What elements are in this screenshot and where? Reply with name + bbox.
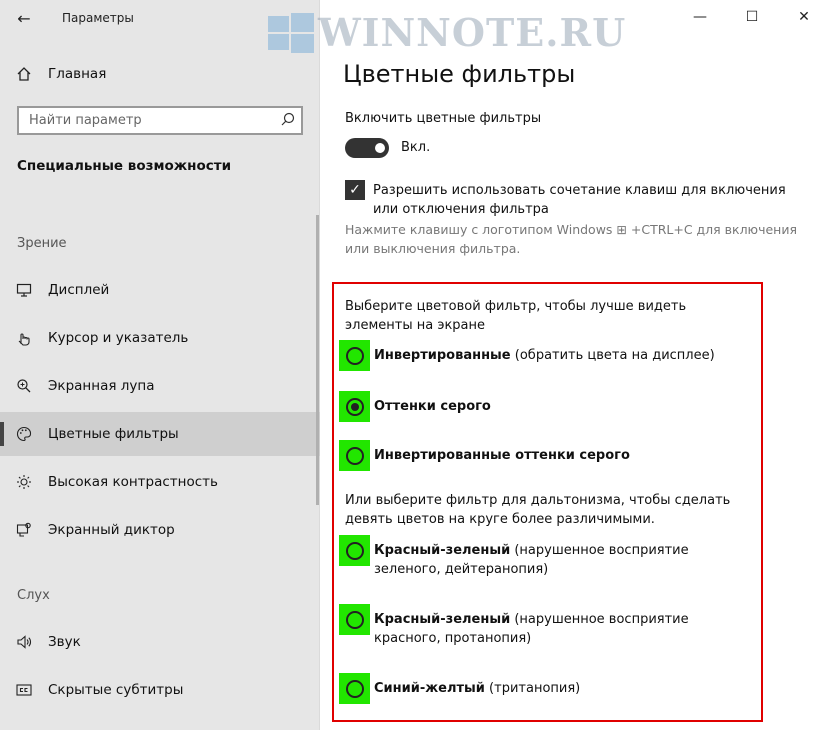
sidebar-item-label: Цветные фильтры bbox=[48, 426, 179, 442]
section-title: Специальные возможности bbox=[17, 158, 232, 174]
radio-name: Инвертированные оттенки серого bbox=[374, 448, 630, 463]
minimize-icon: — bbox=[693, 9, 707, 25]
radio-label: Красный-зеленый (нарушенное восприятие к… bbox=[374, 604, 744, 648]
shortcut-hint: Нажмите клавишу с логотипом Windows ⊞ +C… bbox=[345, 222, 797, 256]
nav-home[interactable]: Главная bbox=[0, 56, 320, 92]
sidebar-item-narrator[interactable]: Экранный диктор bbox=[0, 508, 320, 552]
nav-home-label: Главная bbox=[48, 66, 107, 82]
radio-button[interactable] bbox=[345, 679, 364, 698]
radio-name: Синий-желтый bbox=[374, 681, 485, 696]
arrow-left-icon: ← bbox=[17, 8, 31, 28]
colorblind-description: Или выберите фильтр для дальтонизма, что… bbox=[345, 493, 731, 527]
radio-name: Красный-зеленый bbox=[374, 543, 511, 558]
sidebar-item-magnifier[interactable]: Экранная лупа bbox=[0, 364, 320, 408]
sidebar-item-high-contrast[interactable]: Высокая контрастность bbox=[0, 460, 320, 504]
palette-icon bbox=[0, 426, 48, 442]
sidebar: ← Параметры Главная Специальные возможно… bbox=[0, 0, 320, 730]
radio-label: Инвертированные оттенки серого bbox=[374, 440, 744, 465]
shortcut-checkbox-label: Разрешить использовать сочетание клавиш … bbox=[373, 183, 786, 217]
maximize-icon: ☐ bbox=[745, 9, 759, 25]
app-title: Параметры bbox=[62, 11, 134, 25]
radio-button[interactable] bbox=[345, 397, 364, 416]
sidebar-item-label: Скрытые субтитры bbox=[48, 682, 184, 698]
radio-highlight bbox=[339, 440, 370, 471]
main-content: — ☐ ✕ Цветные фильтры Включить цветные ф… bbox=[321, 0, 830, 730]
radio-name: Красный-зеленый bbox=[374, 612, 511, 627]
sidebar-item-label: Экранная лупа bbox=[48, 378, 155, 394]
search-box[interactable] bbox=[17, 106, 303, 135]
radio-button[interactable] bbox=[345, 446, 364, 465]
home-icon bbox=[0, 66, 48, 82]
sidebar-item-captions[interactable]: Скрытые субтитры bbox=[0, 668, 320, 712]
sidebar-item-label: Дисплей bbox=[48, 282, 110, 298]
group-label-vision: Зрение bbox=[17, 236, 67, 251]
radio-label: Синий-желтый (тританопия) bbox=[374, 673, 744, 698]
radio-name: Инвертированные bbox=[374, 348, 511, 363]
back-button[interactable]: ← bbox=[0, 0, 48, 36]
radio-highlight bbox=[339, 391, 370, 422]
close-button[interactable]: ✕ bbox=[778, 0, 830, 34]
radio-detail: (обратить цвета на дисплее) bbox=[510, 348, 715, 363]
radio-button[interactable] bbox=[345, 610, 364, 629]
checkmark-icon: ✓ bbox=[349, 182, 361, 198]
search-icon[interactable] bbox=[281, 112, 295, 130]
color-filters-toggle[interactable] bbox=[345, 138, 389, 158]
cursor-icon bbox=[0, 330, 48, 346]
radio-label: Оттенки серого bbox=[374, 391, 744, 416]
radio-highlight bbox=[339, 604, 370, 635]
radio-inverted[interactable]: Инвертированные (обратить цвета на диспл… bbox=[339, 340, 744, 371]
group-label-hearing: Слух bbox=[17, 588, 50, 603]
magnifier-icon bbox=[0, 378, 48, 394]
display-icon bbox=[0, 282, 48, 298]
sidebar-item-audio[interactable]: Звук bbox=[0, 620, 320, 664]
filters-description: Выберите цветовой фильтр, чтобы лучше ви… bbox=[345, 299, 687, 333]
radio-button[interactable] bbox=[345, 346, 364, 365]
sidebar-item-label: Курсор и указатель bbox=[48, 330, 189, 346]
sidebar-item-label: Высокая контрастность bbox=[48, 474, 219, 490]
windows-logo-icon bbox=[268, 12, 314, 53]
radio-protanopia[interactable]: Красный-зеленый (нарушенное восприятие к… bbox=[339, 604, 744, 648]
radio-highlight bbox=[339, 535, 370, 566]
radio-tritanopia[interactable]: Синий-желтый (тританопия) bbox=[339, 673, 744, 704]
narrator-icon bbox=[0, 522, 48, 538]
radio-highlight bbox=[339, 340, 370, 371]
brightness-icon bbox=[0, 474, 48, 490]
sidebar-item-cursor[interactable]: Курсор и указатель bbox=[0, 316, 320, 360]
close-icon: ✕ bbox=[798, 9, 810, 25]
page-title: Цветные фильтры bbox=[343, 60, 576, 88]
watermark-text: WINNOTE.RU bbox=[318, 10, 627, 55]
watermark: WINNOTE.RU bbox=[268, 10, 626, 55]
radio-label: Инвертированные (обратить цвета на диспл… bbox=[374, 340, 744, 365]
sidebar-item-label: Звук bbox=[48, 634, 81, 650]
radio-inverted-grayscale[interactable]: Инвертированные оттенки серого bbox=[339, 440, 744, 471]
maximize-button[interactable]: ☐ bbox=[726, 0, 778, 34]
enable-filters-label: Включить цветные фильтры bbox=[345, 111, 542, 126]
radio-button[interactable] bbox=[345, 541, 364, 560]
sidebar-item-display[interactable]: Дисплей bbox=[0, 268, 320, 312]
radio-deuteranopia[interactable]: Красный-зеленый (нарушенное восприятие з… bbox=[339, 535, 744, 579]
cc-icon bbox=[0, 682, 48, 698]
radio-detail: (тританопия) bbox=[484, 681, 581, 696]
radio-highlight bbox=[339, 673, 370, 704]
radio-label: Красный-зеленый (нарушенное восприятие з… bbox=[374, 535, 744, 579]
sidebar-item-label: Экранный диктор bbox=[48, 522, 175, 538]
toggle-state-label: Вкл. bbox=[401, 140, 431, 155]
sidebar-item-color-filters[interactable]: Цветные фильтры bbox=[0, 412, 320, 456]
speaker-icon bbox=[0, 634, 48, 650]
search-input[interactable] bbox=[29, 113, 269, 128]
shortcut-checkbox[interactable]: ✓ bbox=[345, 180, 365, 200]
sidebar-scrollbar[interactable] bbox=[316, 215, 319, 505]
window-controls: — ☐ ✕ bbox=[674, 0, 830, 34]
radio-name: Оттенки серого bbox=[374, 399, 491, 414]
minimize-button[interactable]: — bbox=[674, 0, 726, 34]
radio-grayscale[interactable]: Оттенки серого bbox=[339, 391, 744, 422]
